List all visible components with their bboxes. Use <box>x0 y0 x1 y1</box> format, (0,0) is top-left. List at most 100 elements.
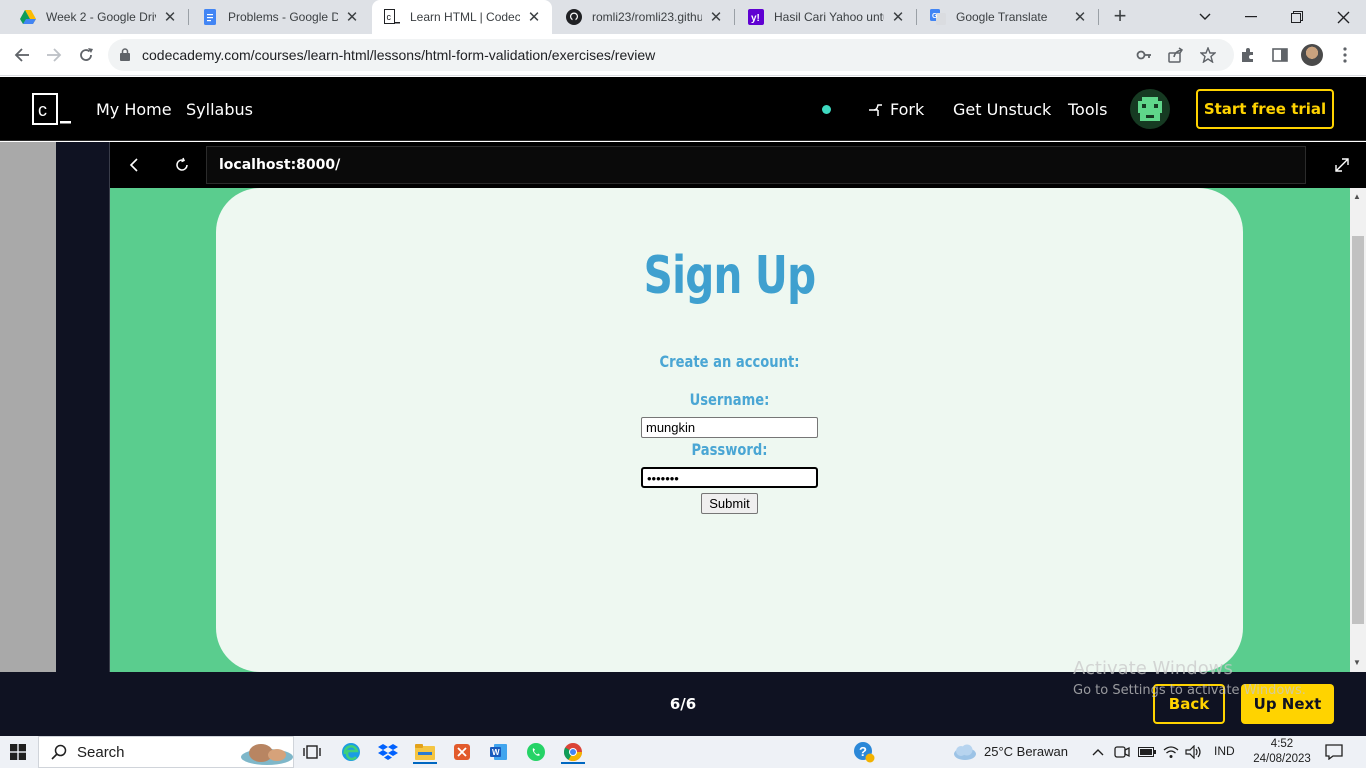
notification-center-icon[interactable] <box>1322 740 1346 764</box>
close-icon[interactable]: ✕ <box>344 8 360 26</box>
file-explorer-icon[interactable] <box>413 740 437 764</box>
codecademy-logo[interactable]: c <box>32 93 72 125</box>
extensions-puzzle-icon[interactable] <box>1239 46 1257 64</box>
user-avatar[interactable] <box>1130 89 1170 129</box>
tab-google-drive[interactable]: Week 2 - Google Drive ✕ <box>8 0 188 34</box>
svg-text:c: c <box>38 100 47 120</box>
tab-title: Problems - Google Docs <box>228 10 338 24</box>
nav-syllabus[interactable]: Syllabus <box>186 100 253 119</box>
tab-google-docs[interactable]: Problems - Google Docs ✕ <box>190 0 370 34</box>
password-input[interactable]: ••••••• <box>641 467 818 488</box>
preview-browser-bar: localhost:8000/ <box>110 142 1366 188</box>
tab-title: Learn HTML | Codecademy <box>410 10 520 24</box>
edge-icon[interactable] <box>339 740 363 764</box>
scroll-thumb[interactable] <box>1352 236 1364 624</box>
tab-title: Google Translate <box>956 10 1048 24</box>
wifi-icon[interactable] <box>1161 740 1181 764</box>
share-icon[interactable] <box>1168 47 1184 63</box>
tab-github[interactable]: romli23/romli23.github.io ✕ <box>554 0 734 34</box>
watermark-subtitle: Go to Settings to activate Windows. <box>1073 683 1306 698</box>
submit-button[interactable]: Submit <box>701 493 758 514</box>
chevron-up-icon[interactable] <box>1088 740 1108 764</box>
running-indicator <box>561 762 585 764</box>
close-icon[interactable]: ✕ <box>162 8 178 26</box>
menu-kebab-icon[interactable] <box>1336 46 1354 64</box>
google-translate-icon: G <box>930 9 946 25</box>
chrome-icon[interactable] <box>561 740 585 764</box>
codecademy-icon: c <box>384 9 400 25</box>
tab-separator <box>1098 9 1099 25</box>
close-icon[interactable]: ✕ <box>708 8 724 26</box>
svg-text:c: c <box>387 12 392 22</box>
username-label: Username: <box>689 390 770 409</box>
nav-my-home[interactable]: My Home <box>96 100 172 119</box>
new-tab-button[interactable]: + <box>1109 5 1131 27</box>
taskbar-clock[interactable]: 4:52 24/08/2023 <box>1252 737 1312 767</box>
forward-arrow-icon[interactable] <box>42 43 66 67</box>
restore-button[interactable] <box>1274 0 1320 34</box>
reload-icon[interactable] <box>74 43 98 67</box>
running-indicator <box>413 762 437 764</box>
chevron-left-icon[interactable] <box>124 155 144 175</box>
taskbar-search[interactable]: Search <box>38 736 294 768</box>
tab-separator <box>188 9 189 25</box>
watermark-title: Activate Windows <box>1073 658 1233 679</box>
preview-url-field[interactable]: localhost:8000/ <box>206 146 1306 184</box>
minimize-button[interactable] <box>1228 0 1274 34</box>
codecademy-header: c My Home Syllabus Fork Get Unstuck Tool… <box>0 77 1366 141</box>
close-icon[interactable]: ✕ <box>1072 8 1088 26</box>
tab-yahoo[interactable]: y! Hasil Cari Yahoo untuk ✕ <box>736 0 916 34</box>
signup-card: Sign Up Create an account: Username: mun… <box>216 188 1243 672</box>
yahoo-icon: y! <box>748 9 764 25</box>
help-notification-icon[interactable]: ? <box>852 740 876 764</box>
preview-scrollbar[interactable]: ▲ ▼ <box>1350 188 1366 672</box>
volume-icon[interactable] <box>1184 740 1204 764</box>
dropbox-icon[interactable] <box>376 740 400 764</box>
tab-title: romli23/romli23.github.io <box>592 10 702 24</box>
svg-text:G: G <box>932 13 938 20</box>
preview-viewport: Sign Up Create an account: Username: mun… <box>110 188 1350 672</box>
username-input[interactable]: mungkin <box>641 417 818 438</box>
battery-icon[interactable] <box>1137 740 1157 764</box>
scroll-down-icon[interactable]: ▼ <box>1353 658 1361 667</box>
tab-google-translate[interactable]: G Google Translate ✕ <box>918 0 1098 34</box>
browser-toolbar: codecademy.com/courses/learn-html/lesson… <box>0 34 1366 76</box>
address-bar[interactable]: codecademy.com/courses/learn-html/lesson… <box>108 39 1234 71</box>
whatsapp-icon[interactable] <box>524 740 548 764</box>
tools-button[interactable]: Tools <box>1068 100 1107 119</box>
clock-date: 24/08/2023 <box>1253 753 1311 765</box>
language-indicator[interactable]: IND <box>1214 744 1235 758</box>
task-view-icon[interactable] <box>300 740 324 764</box>
side-panel-icon[interactable] <box>1271 46 1289 64</box>
create-account-label: Create an account: <box>659 352 800 371</box>
meet-now-icon[interactable] <box>1112 740 1132 764</box>
refresh-icon[interactable] <box>172 155 192 175</box>
windows-taskbar: Search W ? 25°C Berawan IND 4:52 24/08/2… <box>0 736 1366 768</box>
svg-text:W: W <box>492 748 500 757</box>
fork-button[interactable]: Fork <box>868 100 924 119</box>
close-window-button[interactable] <box>1320 0 1366 34</box>
word-icon[interactable]: W <box>487 740 511 764</box>
lock-icon[interactable] <box>120 48 130 66</box>
close-icon[interactable]: ✕ <box>890 8 906 26</box>
tab-codecademy[interactable]: c Learn HTML | Codecademy ✕ <box>372 0 552 34</box>
fork-label: Fork <box>890 100 925 119</box>
bookmark-star-icon[interactable] <box>1199 46 1217 64</box>
cloudy-weather-icon[interactable] <box>951 740 977 764</box>
tab-search-icon[interactable] <box>1182 0 1228 34</box>
windows-start-icon[interactable] <box>6 740 30 764</box>
left-pane <box>0 142 56 672</box>
key-icon[interactable] <box>1136 47 1152 63</box>
weather-text[interactable]: 25°C Berawan <box>984 744 1068 759</box>
fullscreen-expand-icon[interactable] <box>1332 155 1352 175</box>
get-unstuck-button[interactable]: Get Unstuck <box>953 100 1051 119</box>
snipping-tool-icon[interactable] <box>450 740 474 764</box>
close-icon[interactable]: ✕ <box>526 8 542 26</box>
scroll-up-icon[interactable]: ▲ <box>1353 192 1361 201</box>
google-drive-icon <box>20 9 36 25</box>
search-highlight-image <box>237 739 293 767</box>
start-free-trial-button[interactable]: Start free trial <box>1196 89 1334 129</box>
back-arrow-icon[interactable] <box>10 43 34 67</box>
url-text: codecademy.com/courses/learn-html/lesson… <box>142 47 656 63</box>
profile-avatar[interactable] <box>1301 44 1323 66</box>
